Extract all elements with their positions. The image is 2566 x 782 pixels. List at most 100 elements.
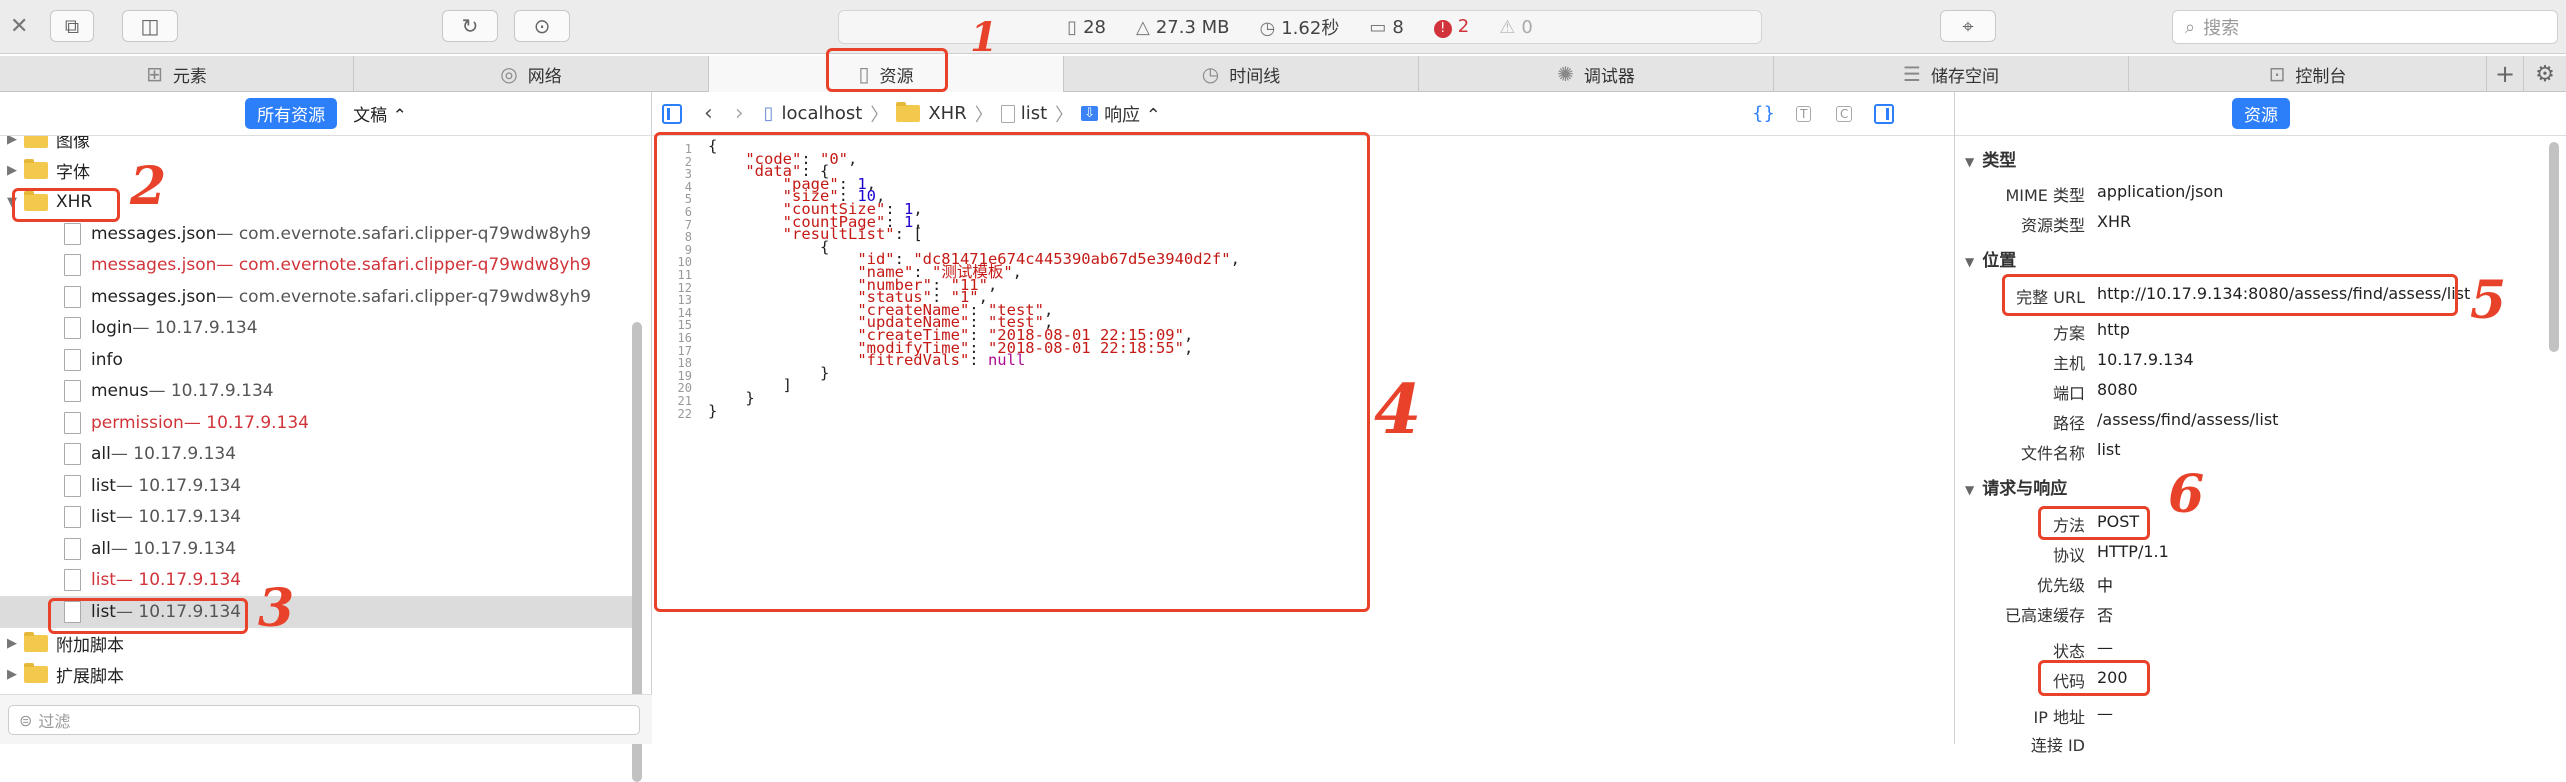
stat-size[interactable]: △ 27.3 MB [1136, 17, 1230, 38]
breadcrumb-list[interactable]: list [1021, 103, 1047, 124]
document-type-select[interactable]: 文稿 ⌃ [353, 101, 407, 126]
tree-item-label: messages.json [91, 223, 217, 244]
tree-item-meta: — 10.17.9.134 [110, 538, 237, 559]
stat-requests[interactable]: ▯ 28 [1067, 17, 1106, 38]
response-select[interactable]: 响应 ⌃ [1104, 101, 1161, 127]
navigation-sidebar-toggle-icon[interactable] [662, 103, 682, 124]
file-icon [64, 411, 81, 434]
disclosure-right-icon[interactable]: ▶ [4, 667, 20, 682]
stat-errors[interactable]: ! 2 [1433, 16, 1469, 38]
cached-label: 已高速缓存 [2004, 606, 2085, 625]
details-sidebar: 资源 ▼ 类型 MIME 类型 application/json 资源类型 XHR… [1954, 92, 2566, 755]
path-label: 路径 [2052, 414, 2085, 433]
filter-input[interactable]: ⊜ 过滤 [8, 705, 640, 735]
disclosure-right-icon[interactable]: ▶ [4, 136, 20, 147]
mime-type-value: application/json [2097, 182, 2224, 201]
file-icon [64, 285, 81, 308]
disclosure-right-icon[interactable]: ▶ [4, 636, 20, 651]
tree-item-meta: — com.evernote.safari.clipper-q79wdw8yh9 [216, 223, 592, 244]
tree-file[interactable]: messages.json — com.evernote.safari.clip… [0, 281, 640, 313]
protocol-label: 协议 [2052, 546, 2085, 565]
status-label: 状态 [2052, 642, 2085, 661]
annotation-number-2: 2 [130, 156, 167, 217]
annotation-box-method [2038, 506, 2150, 540]
resource-type-label: 资源类型 [2020, 216, 2085, 235]
tree-item-meta: — 10.17.9.134 [115, 570, 242, 590]
section-request-response[interactable]: ▼ 请求与响应 [1965, 474, 2067, 499]
tree-item-meta: — 10.17.9.134 [132, 318, 258, 338]
tab-elements[interactable]: ⊞ 元素 [0, 56, 354, 92]
tree-folder[interactable]: ▶ 扩展脚本 [0, 659, 640, 691]
filename-label: 文件名称 [2020, 444, 2085, 463]
tab-bar: ⊞ 元素 ◎ 网络 ▯ 资源 ◷ 时间线 ✺ 调试器 ☰ 储存空间 ⊡ 控制台 + ⚙ [0, 56, 2566, 92]
windows-icon: ⧉ [64, 14, 80, 38]
folder-icon [24, 663, 48, 683]
tree-file[interactable]: menus — 10.17.9.134 [0, 375, 640, 407]
back-icon[interactable]: ‹ [704, 101, 713, 126]
section-type[interactable]: ▼ 类型 [1965, 146, 2016, 171]
breadcrumb-host[interactable]: localhost [782, 103, 863, 124]
all-resources-button[interactable]: 所有资源 [245, 98, 338, 129]
download-button[interactable]: ⊙ [514, 10, 570, 42]
details-scrollbar[interactable] [2549, 142, 2559, 352]
settings-button[interactable]: ⚙ [2524, 56, 2566, 92]
debugger-icon: ✺ [1557, 62, 1574, 86]
host-value: 10.17.9.134 [2097, 350, 2194, 369]
dock-button[interactable]: ◫ [122, 10, 178, 42]
stat-warnings[interactable]: ⚠ 0 [1499, 17, 1533, 38]
windows-button[interactable]: ⧉ [50, 10, 94, 42]
tree-folder[interactable]: ▶ 图像 [0, 136, 640, 155]
tree-file[interactable]: messages.json — com.evernote.safari.clip… [0, 249, 640, 281]
details-sidebar-toggle-icon[interactable] [1874, 103, 1894, 124]
tree-file[interactable]: list — 10.17.9.134 [0, 501, 640, 533]
annotation-number-3: 3 [258, 578, 295, 639]
search-input[interactable]: ⌕ 搜索 [2172, 10, 2558, 44]
tree-item-label: 图像 [56, 136, 90, 152]
tree-file[interactable]: info [0, 344, 640, 376]
section-location[interactable]: ▼ 位置 [1965, 246, 2016, 271]
annotation-box-xhr-folder [12, 188, 120, 222]
reload-button[interactable]: ↻ [442, 10, 498, 42]
tree-folder[interactable]: ▶ 字体 [0, 155, 640, 187]
console-icon: ⊡ [2268, 62, 2286, 86]
annotation-number-1: 1 [970, 14, 998, 61]
close-icon[interactable]: ✕ [10, 14, 28, 39]
folder-icon [896, 102, 921, 122]
tree-file[interactable]: all — 10.17.9.134 [0, 438, 640, 470]
cookie-icon[interactable]: C [1836, 105, 1853, 122]
download-icon: ⇩ [1081, 106, 1099, 121]
tree-file[interactable]: list — 10.17.9.134 [0, 564, 640, 596]
text-icon[interactable]: T [1796, 105, 1812, 122]
tree-item-label: menus [91, 381, 149, 401]
breadcrumb-xhr[interactable]: XHR [928, 103, 966, 124]
separator-icon: 〉 [974, 104, 993, 126]
forward-icon[interactable]: › [735, 101, 744, 126]
tree-file[interactable]: all — 10.17.9.134 [0, 533, 640, 565]
tree-item-label: messages.json [91, 255, 217, 275]
braces-icon[interactable]: {} [1752, 103, 1775, 124]
tab-timeline[interactable]: ◷ 时间线 [1064, 56, 1419, 92]
disclosure-right-icon[interactable]: ▶ [4, 163, 20, 178]
stat-logs[interactable]: ▭ 8 [1369, 17, 1403, 38]
tab-storage[interactable]: ☰ 储存空间 [1774, 56, 2129, 92]
resource-tab-button[interactable]: 资源 [2232, 98, 2290, 129]
tree-file[interactable]: permission — 10.17.9.134 [0, 407, 640, 439]
tab-network[interactable]: ◎ 网络 [354, 56, 709, 92]
tree-file[interactable]: messages.json — com.evernote.safari.clip… [0, 218, 640, 250]
add-tab-button[interactable]: + [2487, 56, 2524, 92]
tab-debugger[interactable]: ✺ 调试器 [1419, 56, 1774, 92]
port-label: 端口 [2052, 384, 2085, 403]
tree-file[interactable]: login — 10.17.9.134 [0, 312, 640, 344]
connection-id-label: 连接 ID [2030, 736, 2085, 755]
priority-value: 中 [2097, 576, 2114, 595]
tree-file[interactable]: list — 10.17.9.134 [0, 470, 640, 502]
inspect-button[interactable]: ⌖ [1940, 10, 1996, 42]
tree-item-label: all [91, 538, 111, 559]
folder-icon [24, 631, 48, 652]
dock-icon: ◫ [140, 14, 160, 38]
tab-console[interactable]: ⊡ 控制台 [2129, 56, 2487, 92]
stat-time[interactable]: ◷ 1.62秒 [1260, 14, 1340, 40]
weight-icon: △ [1135, 16, 1150, 38]
annotation-number-4: 4 [1374, 370, 1422, 450]
file-icon [64, 506, 81, 528]
